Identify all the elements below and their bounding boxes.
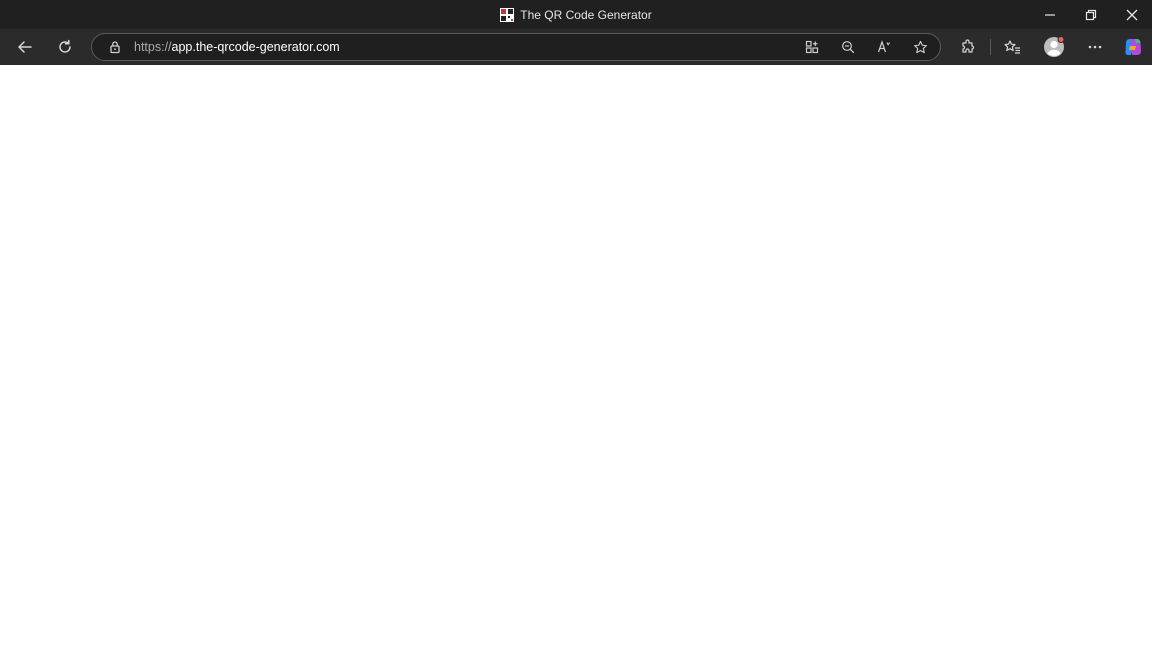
copilot-icon [1123, 37, 1143, 57]
extensions-icon [960, 39, 976, 55]
copilot-button[interactable] [1119, 29, 1147, 65]
apps-icon [805, 40, 819, 54]
title-bar: The QR Code Generator [0, 0, 1152, 29]
qr-favicon-icon [500, 7, 515, 22]
site-info-button[interactable] [102, 34, 128, 60]
more-button[interactable] [1081, 29, 1109, 65]
page-content [0, 65, 1152, 648]
back-button[interactable] [11, 29, 39, 65]
zoom-out-icon [841, 40, 855, 54]
favorites-icon [1003, 39, 1021, 55]
restore-icon [1085, 9, 1097, 21]
address-bar[interactable]: https://app.the-qrcode-generator.com [91, 33, 941, 61]
refresh-button[interactable] [51, 29, 79, 65]
window-controls [1029, 0, 1152, 29]
window-title: The QR Code Generator [520, 7, 652, 22]
minimize-button[interactable] [1029, 0, 1070, 29]
window-title-wrap: The QR Code Generator [0, 0, 1152, 29]
read-aloud-button[interactable] [871, 34, 897, 60]
apps-button[interactable] [799, 34, 825, 60]
restore-button[interactable] [1070, 0, 1111, 29]
favorite-star-icon [913, 40, 928, 55]
browser-toolbar: https://app.the-qrcode-generator.com [0, 29, 1152, 65]
close-icon [1126, 9, 1138, 21]
zoom-out-button[interactable] [835, 34, 861, 60]
url-host: app.the-qrcode-generator.com [171, 40, 340, 54]
refresh-icon [57, 39, 73, 55]
favorite-button[interactable] [907, 34, 933, 60]
back-arrow-icon [17, 39, 33, 55]
extensions-button[interactable] [954, 29, 982, 65]
profile-button[interactable] [1040, 29, 1068, 65]
url-scheme: https:// [134, 40, 172, 54]
profile-avatar-icon [1043, 36, 1065, 58]
lock-icon [108, 40, 122, 54]
close-button[interactable] [1111, 0, 1152, 29]
toolbar-separator [990, 39, 991, 55]
favorites-button[interactable] [998, 29, 1026, 65]
url-text[interactable]: https://app.the-qrcode-generator.com [134, 34, 340, 60]
read-aloud-icon [877, 40, 891, 54]
minimize-icon [1044, 9, 1056, 21]
more-icon [1088, 45, 1102, 49]
